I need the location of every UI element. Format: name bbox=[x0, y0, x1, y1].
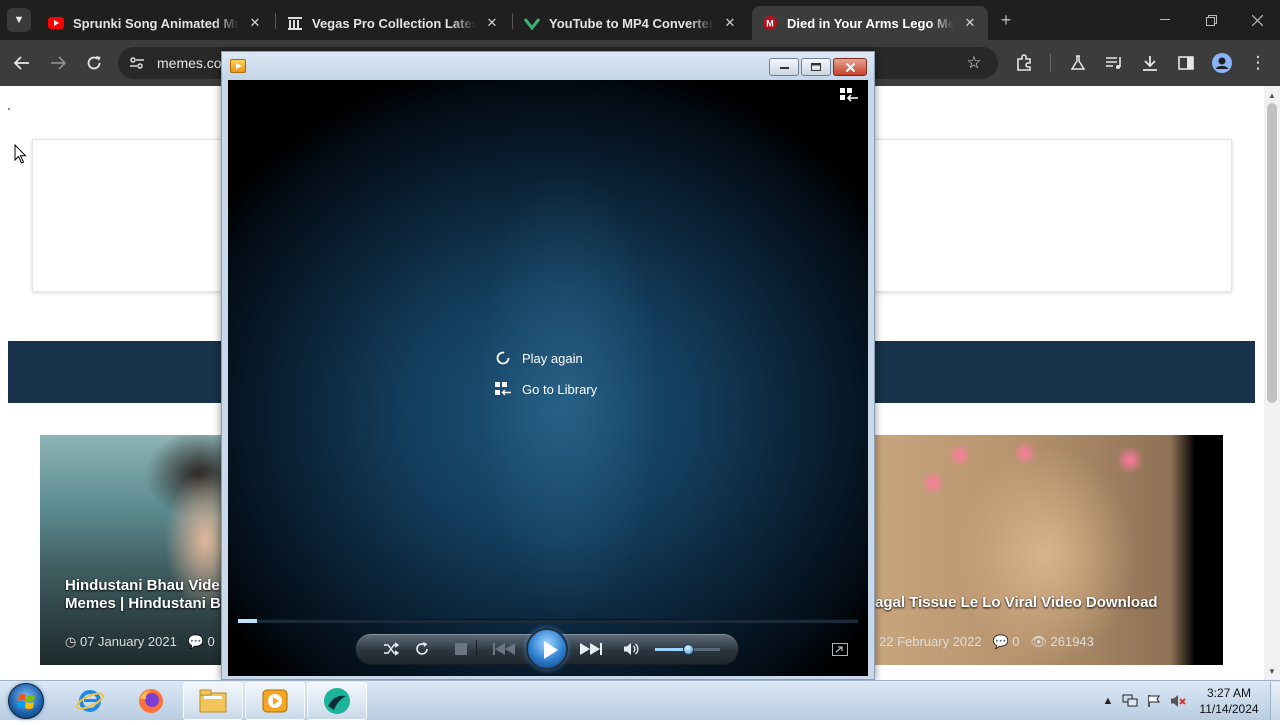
card-date: 22 February 2022 bbox=[879, 634, 982, 649]
file-explorer-icon[interactable] bbox=[183, 682, 243, 720]
go-to-library-button[interactable]: Go to Library bbox=[495, 381, 597, 397]
tab-search-button[interactable]: ▼ bbox=[7, 8, 31, 32]
next-track-icon[interactable] bbox=[576, 639, 608, 659]
card-title: agal Tissue Le Lo Viral Video Download bbox=[875, 594, 1158, 611]
card-thumbnail bbox=[40, 435, 221, 665]
green-app-icon[interactable] bbox=[307, 682, 367, 720]
go-to-library-label: Go to Library bbox=[522, 381, 598, 397]
controls-divider bbox=[476, 640, 477, 658]
reload-icon[interactable] bbox=[80, 49, 108, 77]
restore-window-button[interactable] bbox=[1188, 0, 1234, 40]
memes-icon: M bbox=[762, 15, 778, 31]
internet-explorer-icon[interactable] bbox=[60, 682, 120, 720]
replay-icon bbox=[495, 350, 511, 366]
start-button[interactable] bbox=[8, 683, 44, 719]
card-meta: 22 February 2022 💬 0 👁 261943 bbox=[879, 634, 1094, 650]
shuffle-icon[interactable] bbox=[380, 639, 402, 659]
close-tab-icon[interactable]: ✕ bbox=[722, 15, 738, 31]
show-desktop-button[interactable] bbox=[1270, 682, 1280, 720]
firefox-icon[interactable] bbox=[121, 682, 181, 720]
stop-icon[interactable] bbox=[450, 639, 472, 659]
card-views: 261943 bbox=[1050, 634, 1094, 649]
minimize-window-button[interactable] bbox=[1142, 0, 1188, 40]
repeat-icon[interactable] bbox=[411, 639, 433, 659]
card-comments: 0 bbox=[1012, 634, 1020, 649]
clock-date: 11/14/2024 bbox=[1199, 702, 1259, 716]
volume-speaker-icon[interactable] bbox=[620, 639, 642, 659]
windows-media-player-icon bbox=[230, 59, 246, 73]
card-meta: ◷ 07 January 2021 💬 0 bbox=[65, 634, 215, 650]
tab-title: Died in Your Arms Lego Meme bbox=[787, 15, 954, 31]
back-arrow-icon[interactable] bbox=[8, 49, 36, 77]
tab-sprunki[interactable]: Sprunki Song Animated Music ✕ bbox=[38, 6, 273, 40]
svg-text:M: M bbox=[766, 19, 774, 29]
building-icon bbox=[287, 15, 303, 31]
tab-divider bbox=[275, 13, 276, 29]
scrollbar-thumb[interactable] bbox=[1267, 103, 1277, 403]
close-tab-icon[interactable]: ✕ bbox=[247, 15, 263, 31]
side-panel-icon[interactable] bbox=[1172, 49, 1200, 77]
url-text: memes.co bbox=[157, 55, 222, 71]
previous-track-icon[interactable] bbox=[487, 639, 519, 659]
close-tab-icon[interactable]: ✕ bbox=[962, 15, 978, 31]
meme-card-left[interactable]: Hindustani Bhau Vide Memes | Hindustani … bbox=[40, 435, 221, 665]
browser-menu-icon[interactable]: ⋮ bbox=[1244, 49, 1272, 77]
switch-to-now-playing-icon[interactable] bbox=[832, 643, 848, 656]
card-comments: 0 bbox=[207, 634, 215, 649]
seek-bar-progress bbox=[238, 619, 257, 623]
play-again-label: Play again bbox=[522, 350, 583, 366]
tab-title: Vegas Pro Collection Latest Bu bbox=[312, 15, 476, 31]
close-tab-icon[interactable]: ✕ bbox=[484, 15, 500, 31]
tab-vegas-pro[interactable]: Vegas Pro Collection Latest Bu ✕ bbox=[277, 6, 510, 40]
scroll-up-arrow-icon[interactable]: ▲ bbox=[1264, 88, 1280, 102]
labs-flask-icon[interactable] bbox=[1064, 49, 1092, 77]
windows-logo-icon bbox=[17, 694, 35, 709]
tab-title: Sprunki Song Animated Music bbox=[73, 15, 239, 31]
download-icon[interactable] bbox=[1136, 49, 1164, 77]
seek-bar[interactable] bbox=[238, 619, 858, 623]
page-dot bbox=[8, 108, 10, 110]
scroll-down-arrow-icon[interactable]: ▼ bbox=[1264, 664, 1280, 678]
comments-icon: 💬 bbox=[187, 634, 204, 649]
volume-muted-icon[interactable] bbox=[1170, 693, 1186, 709]
converter-icon bbox=[524, 15, 540, 31]
site-settings-icon[interactable] bbox=[128, 54, 146, 72]
windows-media-player-icon[interactable] bbox=[245, 682, 305, 720]
volume-slider-knob[interactable] bbox=[683, 644, 694, 655]
action-center-flag-icon[interactable] bbox=[1146, 693, 1162, 709]
tab-lego-meme[interactable]: M Died in Your Arms Lego Meme ✕ bbox=[752, 6, 988, 40]
library-icon bbox=[495, 381, 511, 397]
wmp-close-button[interactable] bbox=[833, 58, 867, 76]
media-controls-icon[interactable] bbox=[1100, 49, 1128, 77]
clock-time: 3:27 AM bbox=[1206, 686, 1252, 700]
youtube-icon bbox=[48, 15, 64, 31]
bookmark-star-icon[interactable]: ☆ bbox=[960, 49, 988, 77]
switch-to-library-icon[interactable] bbox=[838, 86, 860, 104]
show-hidden-icons-arrow[interactable]: ▲ bbox=[1100, 693, 1116, 709]
close-window-button[interactable] bbox=[1234, 0, 1280, 40]
extensions-icon[interactable] bbox=[1010, 49, 1038, 77]
play-again-button[interactable]: Play again bbox=[495, 350, 583, 366]
wmp-maximize-button[interactable] bbox=[801, 58, 831, 76]
toolbar-divider bbox=[1050, 54, 1051, 72]
new-tab-button[interactable]: + bbox=[994, 8, 1018, 32]
tab-title: YouTube to MP4 Converter - C bbox=[549, 15, 714, 31]
card-date: 07 January 2021 bbox=[79, 634, 177, 649]
video-area[interactable] bbox=[228, 80, 868, 676]
play-button[interactable] bbox=[526, 628, 568, 670]
card-title: Hindustani Bhau Vide Memes | Hindustani … bbox=[65, 577, 221, 612]
comments-icon: 💬 bbox=[992, 634, 1009, 649]
profile-avatar-icon[interactable] bbox=[1208, 49, 1236, 77]
meme-card-right[interactable]: agal Tissue Le Lo Viral Video Download 2… bbox=[875, 435, 1223, 665]
tab-divider bbox=[512, 13, 513, 29]
forward-arrow-icon[interactable] bbox=[44, 49, 72, 77]
network-icon[interactable] bbox=[1122, 693, 1138, 709]
taskbar-clock[interactable]: 3:27 AM 11/14/2024 bbox=[1192, 685, 1266, 717]
card-thumbnail bbox=[875, 435, 1223, 665]
mouse-pointer-icon bbox=[14, 143, 28, 164]
wmp-minimize-button[interactable] bbox=[769, 58, 799, 76]
views-eye-icon: 👁 bbox=[1030, 634, 1047, 649]
tab-mp4-converter[interactable]: YouTube to MP4 Converter - C ✕ bbox=[514, 6, 748, 40]
clock-icon: ◷ bbox=[65, 634, 77, 649]
